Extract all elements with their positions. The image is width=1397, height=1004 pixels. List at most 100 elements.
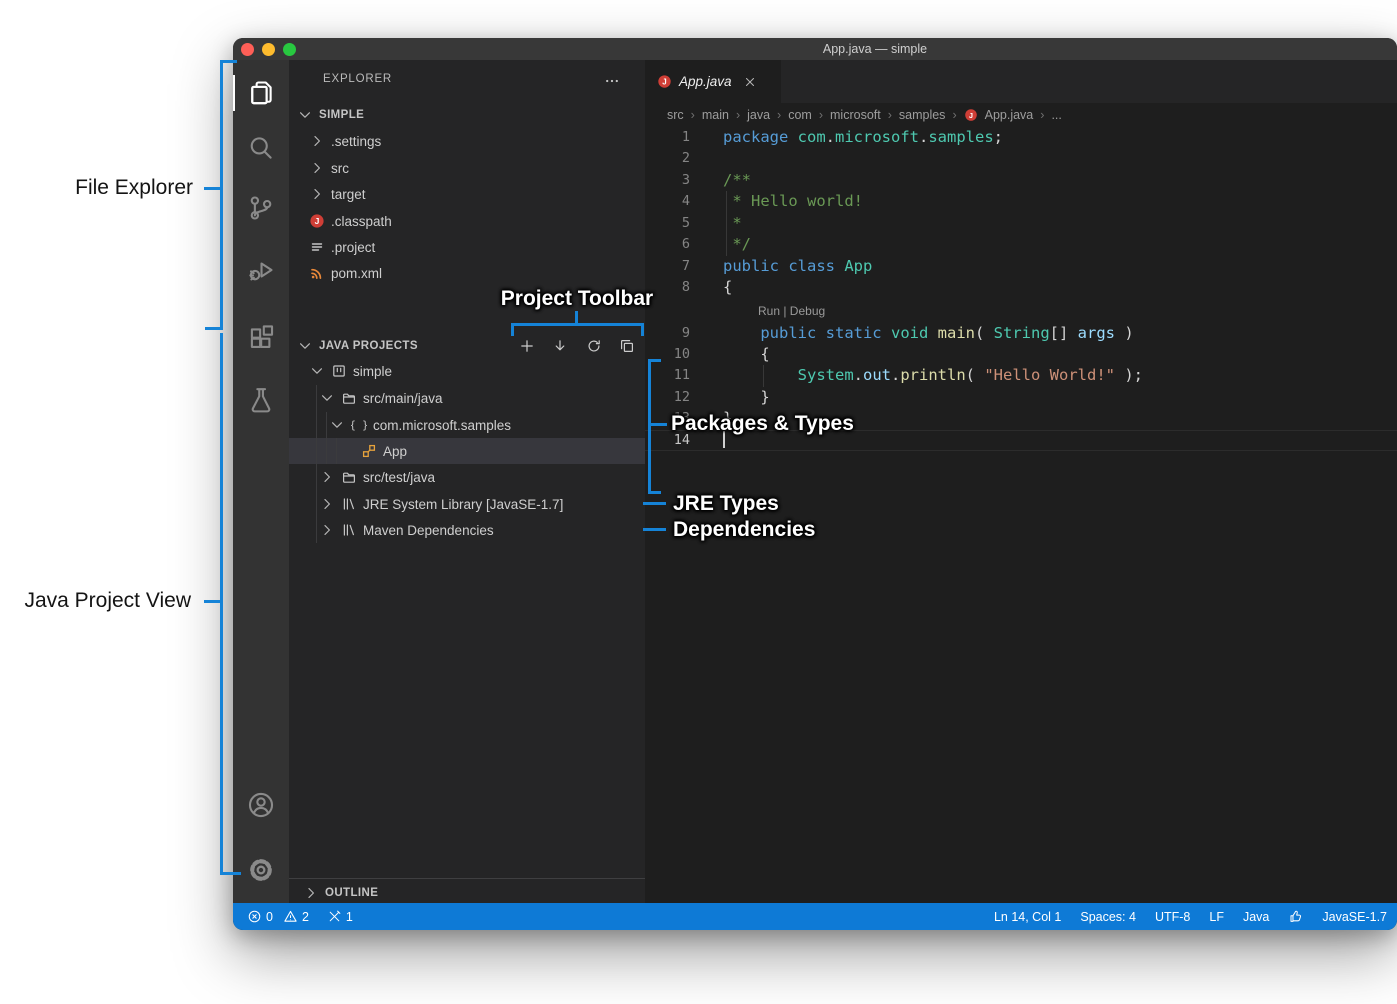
- class-icon: [361, 443, 377, 459]
- activity-search-icon[interactable]: [247, 134, 275, 162]
- jp-item-src-main-java[interactable]: src/main/java: [289, 385, 645, 411]
- status-utf-8[interactable]: UTF-8: [1155, 910, 1190, 924]
- breadcrumb-item-java[interactable]: java: [747, 108, 770, 122]
- code-line-12[interactable]: 12 }: [645, 387, 1397, 408]
- vscode-window: App.java — simple EXPLORER SIMPLE.settin…: [233, 38, 1397, 930]
- line-number: 12: [645, 387, 690, 408]
- code-line-10[interactable]: 10 {: [645, 344, 1397, 365]
- code-line-6[interactable]: 6 */: [645, 234, 1397, 255]
- java-file-icon: J: [964, 108, 978, 122]
- annotation-dash-jre-types: [643, 502, 666, 505]
- more-actions-icon[interactable]: [604, 73, 620, 89]
- status-right: Ln 14, Col 1 Spaces: 4 UTF-8 LF Java JavaSE-1…: [994, 909, 1387, 924]
- line-text: System.out.println( "Hello World!" );: [690, 365, 1143, 386]
- line-number: 4: [645, 191, 690, 212]
- status-value: 0: [266, 910, 273, 924]
- source-folder-icon: [341, 390, 357, 406]
- outline-section-header[interactable]: OUTLINE: [289, 880, 645, 903]
- jp-item-src-test-java[interactable]: src/test/java: [289, 464, 645, 490]
- chevron-right-icon: [309, 133, 325, 149]
- tree-indent-guide: [326, 412, 327, 464]
- close-tab-icon[interactable]: [743, 75, 757, 89]
- explorer-item--project[interactable]: .project: [289, 234, 645, 260]
- toolbar-refresh-icon[interactable]: [586, 338, 602, 354]
- breadcrumb-item-microsoft[interactable]: microsoft: [830, 108, 881, 122]
- item-label: .classpath: [331, 214, 392, 229]
- traffic-lights: [241, 43, 296, 56]
- line-number: 1: [645, 127, 690, 148]
- tree-indent-guide: [336, 438, 337, 464]
- explorer-item-pom-xml[interactable]: pom.xml: [289, 260, 645, 286]
- jp-item-app[interactable]: App: [289, 438, 645, 464]
- chevron-down-icon: [309, 363, 325, 379]
- status-javase-1-7[interactable]: JavaSE-1.7: [1322, 910, 1387, 924]
- status-lf[interactable]: LF: [1209, 910, 1224, 924]
- explorer-section-simple[interactable]: SIMPLE: [289, 102, 645, 128]
- code-line-11[interactable]: 11 System.out.println( "Hello World!" );: [645, 365, 1397, 386]
- status-left: 02 1: [247, 909, 353, 924]
- status-spaces-4[interactable]: Spaces: 4: [1080, 910, 1136, 924]
- section-divider: [289, 878, 645, 879]
- activity-run-debug-icon[interactable]: [247, 256, 275, 284]
- activity-source-control-icon[interactable]: [247, 194, 275, 222]
- toolbar-collapse-all-icon[interactable]: [619, 338, 635, 354]
- zoom-window-button[interactable]: [283, 43, 296, 56]
- breadcrumb-item-src[interactable]: src: [667, 108, 684, 122]
- item-label: src/test/java: [363, 470, 435, 485]
- code-line-9[interactable]: 9 public static void main( String[] args…: [645, 323, 1397, 344]
- outline-header-label: OUTLINE: [325, 887, 378, 899]
- annotation-bracket-file-explorer: [220, 60, 223, 330]
- code-line-8[interactable]: 8{: [645, 277, 1397, 298]
- line-text: * Hello world!: [690, 191, 863, 212]
- code-line-7[interactable]: 7public class App: [645, 256, 1397, 277]
- xml-file-icon: [309, 265, 325, 281]
- jp-item-jre-system-library-javase-1-7-[interactable]: JRE System Library [JavaSE-1.7]: [289, 491, 645, 517]
- jp-item-simple[interactable]: simple: [289, 358, 645, 384]
- explorer-item--classpath[interactable]: J.classpath: [289, 208, 645, 234]
- line-number: 3: [645, 170, 690, 191]
- breadcrumb: src›main›java›com›microsoft›samples›JApp…: [645, 103, 1397, 127]
- activity-settings-icon[interactable]: [247, 856, 275, 884]
- thumbsup-icon: [1288, 909, 1303, 924]
- status-warning[interactable]: 2: [283, 909, 309, 924]
- status-value: 1: [346, 910, 353, 924]
- toolbar-add-icon[interactable]: [519, 338, 535, 354]
- explorer-item-src[interactable]: src: [289, 155, 645, 181]
- title-bar[interactable]: App.java — simple: [233, 38, 1397, 60]
- activity-account-icon[interactable]: [247, 791, 275, 819]
- code-line-5[interactable]: 5 *: [645, 213, 1397, 234]
- line-number: 10: [645, 344, 690, 365]
- explorer-item--settings[interactable]: .settings: [289, 128, 645, 154]
- breadcrumb-item-main[interactable]: main: [702, 108, 729, 122]
- breadcrumb-item-com[interactable]: com: [788, 108, 812, 122]
- status-ln-14-col-1[interactable]: Ln 14, Col 1: [994, 910, 1061, 924]
- code-line-2[interactable]: 2: [645, 148, 1397, 169]
- breadcrumb-separator: ›: [1040, 108, 1044, 122]
- status-tools[interactable]: 1: [327, 909, 353, 924]
- status-java[interactable]: Java: [1243, 910, 1269, 924]
- toolbar-download-icon[interactable]: [552, 338, 568, 354]
- annotation-bracket-project-toolbar: [511, 323, 644, 326]
- breadcrumb-item-samples[interactable]: samples: [899, 108, 946, 122]
- jp-item-maven-dependencies[interactable]: Maven Dependencies: [289, 517, 645, 543]
- minimize-window-button[interactable]: [262, 43, 275, 56]
- tab-app-java[interactable]: J App.java: [645, 60, 781, 103]
- explorer-item-target[interactable]: target: [289, 181, 645, 207]
- breadcrumb-item--[interactable]: ...: [1051, 108, 1061, 122]
- status-error[interactable]: 0: [247, 909, 273, 924]
- activity-explorer-icon[interactable]: [247, 79, 275, 107]
- codelens-run-debug[interactable]: Run | Debug: [645, 299, 1397, 323]
- status-thumbsup[interactable]: [1288, 909, 1303, 924]
- breadcrumb-item-app-java[interactable]: App.java: [985, 108, 1034, 122]
- breadcrumb-separator: ›: [888, 108, 892, 122]
- item-label: JRE System Library [JavaSE-1.7]: [363, 497, 563, 512]
- item-label: com.microsoft.samples: [373, 418, 511, 433]
- annotation-packages-and-types: Packages & Types: [671, 412, 854, 436]
- jp-item-com-microsoft-samples[interactable]: { }com.microsoft.samples: [289, 412, 645, 438]
- activity-extensions-icon[interactable]: [247, 324, 275, 352]
- code-line-3[interactable]: 3/**: [645, 170, 1397, 191]
- close-window-button[interactable]: [241, 43, 254, 56]
- code-line-4[interactable]: 4 * Hello world!: [645, 191, 1397, 212]
- code-line-1[interactable]: 1package com.microsoft.samples;: [645, 127, 1397, 148]
- activity-testing-icon[interactable]: [247, 386, 275, 414]
